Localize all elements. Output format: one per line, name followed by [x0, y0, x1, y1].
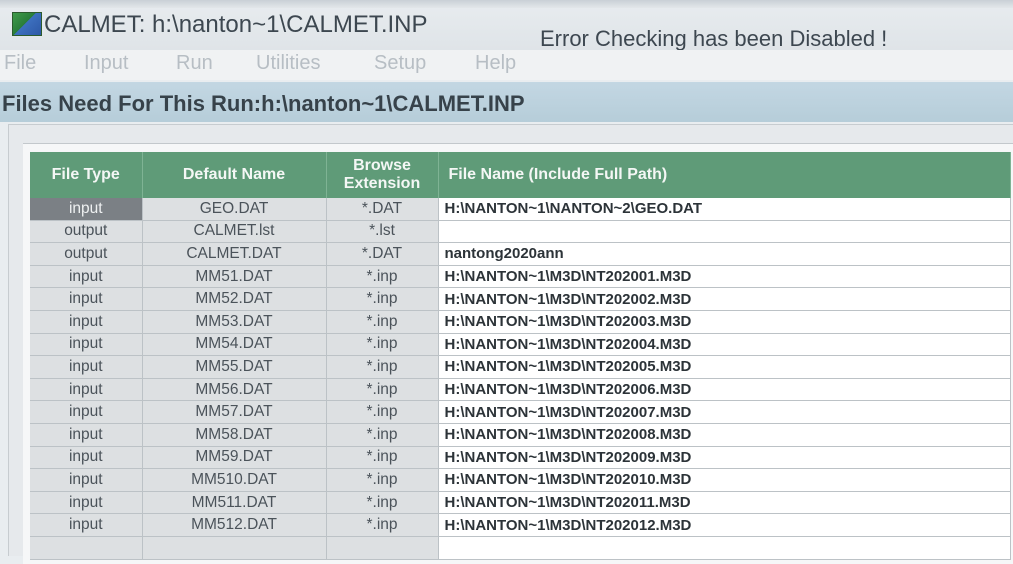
file-path-cell[interactable]: H:\NANTON~1\M3D\NT202009.M3D	[438, 446, 1011, 470]
table-row[interactable]: input MM510.DAT *.inp H:\NANTON~1\M3D\NT202…	[30, 468, 1011, 492]
browse-extension-cell[interactable]: *.inp	[326, 423, 439, 447]
file-type-cell[interactable]: input	[30, 287, 143, 311]
default-name-cell[interactable]: MM52.DAT	[142, 287, 327, 311]
file-path-cell[interactable]: H:\NANTON~1\M3D\NT202007.M3D	[438, 400, 1011, 424]
browse-extension-cell[interactable]: *.inp	[326, 513, 439, 537]
file-path-cell[interactable]: H:\NANTON~1\M3D\NT202004.M3D	[438, 333, 1011, 357]
file-type-cell[interactable]: input	[30, 491, 143, 515]
file-path-cell[interactable]: H:\NANTON~1\M3D\NT202002.M3D	[438, 287, 1011, 311]
empty-cell[interactable]	[142, 536, 327, 560]
window-top-edge	[0, 0, 1013, 8]
file-type-cell[interactable]: output	[30, 220, 143, 244]
menu-help[interactable]: Help	[475, 52, 516, 75]
file-type-cell[interactable]: input	[30, 400, 143, 424]
files-header-label: Files Need For This Run:h:\nanton~1\CALM…	[2, 91, 525, 116]
file-type-cell[interactable]: input	[30, 378, 143, 402]
browse-extension-cell[interactable]: *.inp	[326, 446, 439, 470]
empty-cell[interactable]	[30, 536, 143, 560]
empty-table-row[interactable]	[30, 536, 1011, 560]
file-path-cell[interactable]: H:\NANTON~1\NANTON~2\GEO.DAT	[438, 198, 1011, 221]
column-header-file-name[interactable]: File Name (Include Full Path)	[438, 152, 1011, 198]
default-name-cell[interactable]: MM59.DAT	[142, 446, 327, 470]
menu-setup[interactable]: Setup	[374, 52, 426, 75]
file-type-cell[interactable]: input	[30, 446, 143, 470]
table-row[interactable]: output CALMET.DAT *.DAT nantong2020ann	[30, 242, 1011, 266]
file-type-cell[interactable]: input	[30, 355, 143, 379]
column-header-file-type[interactable]: File Type	[30, 152, 143, 198]
file-type-cell[interactable]: input	[30, 468, 143, 492]
browse-extension-cell[interactable]: *.DAT	[326, 198, 439, 221]
browse-extension-cell[interactable]: *.inp	[326, 468, 439, 492]
file-type-cell[interactable]: input	[30, 333, 143, 357]
browse-extension-cell[interactable]: *.DAT	[326, 242, 439, 266]
file-path-cell[interactable]: H:\NANTON~1\M3D\NT202011.M3D	[438, 491, 1011, 515]
file-type-cell[interactable]: output	[30, 242, 143, 266]
browse-extension-cell[interactable]: *.inp	[326, 333, 439, 357]
default-name-cell[interactable]: GEO.DAT	[142, 198, 327, 221]
browse-extension-cell[interactable]: *.inp	[326, 491, 439, 515]
file-type-cell[interactable]: input	[30, 310, 143, 334]
file-path-cell[interactable]: nantong2020ann	[438, 242, 1011, 266]
file-type-cell[interactable]: input	[30, 198, 143, 221]
default-name-cell[interactable]: CALMET.DAT	[142, 242, 327, 266]
table-row[interactable]: input GEO.DAT *.DAT H:\NANTON~1\NANTON~2\GE…	[30, 198, 1011, 221]
table-row[interactable]: input MM51.DAT *.inp H:\NANTON~1\M3D\NT2020…	[30, 265, 1011, 289]
table-row[interactable]: input MM53.DAT *.inp H:\NANTON~1\M3D\NT2020…	[30, 310, 1011, 334]
table-row[interactable]: input MM57.DAT *.inp H:\NANTON~1\M3D\NT2020…	[30, 400, 1011, 424]
table-row[interactable]: input MM52.DAT *.inp H:\NANTON~1\M3D\NT2020…	[30, 287, 1011, 311]
default-name-cell[interactable]: MM54.DAT	[142, 333, 327, 357]
file-path-cell[interactable]: H:\NANTON~1\M3D\NT202001.M3D	[438, 265, 1011, 289]
default-name-cell[interactable]: MM55.DAT	[142, 355, 327, 379]
default-name-cell[interactable]: MM58.DAT	[142, 423, 327, 447]
default-name-cell[interactable]: MM511.DAT	[142, 491, 327, 515]
table-row[interactable]: input MM56.DAT *.inp H:\NANTON~1\M3D\NT2020…	[30, 378, 1011, 402]
error-checking-status: Error Checking has been Disabled !	[540, 26, 888, 51]
default-name-cell[interactable]: MM53.DAT	[142, 310, 327, 334]
default-name-cell[interactable]: MM512.DAT	[142, 513, 327, 537]
menu-run[interactable]: Run	[176, 52, 213, 75]
table-row[interactable]: input MM55.DAT *.inp H:\NANTON~1\M3D\NT2020…	[30, 355, 1011, 379]
browse-extension-cell[interactable]: *.inp	[326, 400, 439, 424]
empty-cell[interactable]	[438, 536, 1011, 560]
browse-extension-cell[interactable]: *.inp	[326, 355, 439, 379]
file-type-cell[interactable]: input	[30, 423, 143, 447]
browse-extension-cell[interactable]: *.inp	[326, 378, 439, 402]
default-name-cell[interactable]: MM57.DAT	[142, 400, 327, 424]
file-path-cell[interactable]: H:\NANTON~1\M3D\NT202010.M3D	[438, 468, 1011, 492]
table-row[interactable]: output CALMET.lst *.lst	[30, 220, 1011, 244]
column-header-browse-extension[interactable]: Browse Extension	[326, 152, 439, 198]
menu-file[interactable]: File	[4, 52, 36, 75]
browse-extension-cell[interactable]: *.inp	[326, 310, 439, 334]
file-path-cell[interactable]: H:\NANTON~1\M3D\NT202012.M3D	[438, 513, 1011, 537]
calmet-app-icon[interactable]	[12, 12, 42, 36]
files-table: File Type Default Name Browse Extension …	[30, 152, 1011, 560]
menu-utilities[interactable]: Utilities	[256, 52, 320, 75]
default-name-cell[interactable]: CALMET.lst	[142, 220, 327, 244]
default-name-cell[interactable]: MM51.DAT	[142, 265, 327, 289]
file-path-cell[interactable]: H:\NANTON~1\M3D\NT202003.M3D	[438, 310, 1011, 334]
file-path-cell[interactable]: H:\NANTON~1\M3D\NT202006.M3D	[438, 378, 1011, 402]
table-row[interactable]: input MM512.DAT *.inp H:\NANTON~1\M3D\NT202…	[30, 513, 1011, 537]
file-path-cell[interactable]: H:\NANTON~1\M3D\NT202005.M3D	[438, 355, 1011, 379]
file-path-cell[interactable]: H:\NANTON~1\M3D\NT202008.M3D	[438, 423, 1011, 447]
browse-extension-cell[interactable]: *.lst	[326, 220, 439, 244]
file-type-cell[interactable]: input	[30, 265, 143, 289]
file-type-cell[interactable]: input	[30, 513, 143, 537]
table-row[interactable]: input MM58.DAT *.inp H:\NANTON~1\M3D\NT2020…	[30, 423, 1011, 447]
file-path-cell[interactable]	[438, 220, 1011, 244]
column-header-default-name[interactable]: Default Name	[142, 152, 327, 198]
menu-bar: File Input Run Utilities Setup Help	[0, 50, 1013, 80]
table-row[interactable]: input MM511.DAT *.inp H:\NANTON~1\M3D\NT202…	[30, 491, 1011, 515]
window-title: CALMET: h:\nanton~1\CALMET.INP	[44, 11, 428, 38]
table-row[interactable]: input MM59.DAT *.inp H:\NANTON~1\M3D\NT2020…	[30, 446, 1011, 470]
empty-cell[interactable]	[326, 536, 439, 560]
default-name-cell[interactable]: MM56.DAT	[142, 378, 327, 402]
files-header-bar: Files Need For This Run:h:\nanton~1\CALM…	[0, 82, 1013, 122]
browse-extension-cell[interactable]: *.inp	[326, 265, 439, 289]
menu-input[interactable]: Input	[84, 52, 128, 75]
default-name-cell[interactable]: MM510.DAT	[142, 468, 327, 492]
browse-extension-cell[interactable]: *.inp	[326, 287, 439, 311]
table-row[interactable]: input MM54.DAT *.inp H:\NANTON~1\M3D\NT2020…	[30, 333, 1011, 357]
